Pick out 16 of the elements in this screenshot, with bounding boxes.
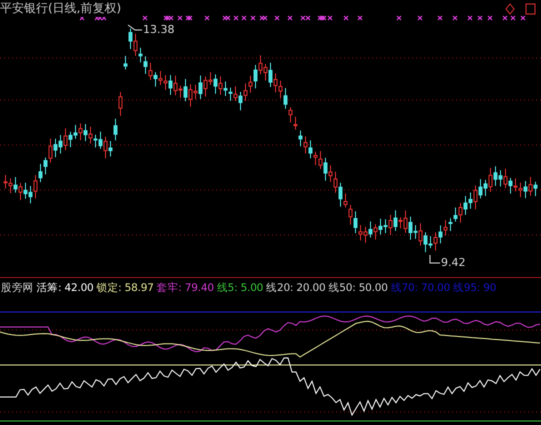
square-icon [526, 4, 536, 14]
diamond-icon [505, 3, 515, 15]
leader-line [430, 254, 440, 264]
indicator-value: 线50: 50.00 [328, 280, 388, 294]
indicator-value: 线5: 5.00 [216, 280, 264, 294]
price-label: 13.38 [143, 23, 174, 36]
indicator-value: 线70: 70.00 [390, 280, 450, 294]
indicator-value: 线95: 90 [453, 280, 496, 294]
indicator-value: 线20: 20.00 [266, 280, 326, 294]
indicator-value: 套牢: 79.40 [156, 280, 214, 294]
indicator-value: 锁定: 58.97 [96, 280, 154, 294]
indicator-name: 股旁网 [1, 280, 34, 294]
leader-line [128, 24, 142, 30]
price-label: 9.42 [441, 256, 466, 269]
indicator-value: 活筹: 42.00 [36, 280, 94, 294]
chart-title: 平安银行(日线,前复权) [0, 0, 122, 17]
